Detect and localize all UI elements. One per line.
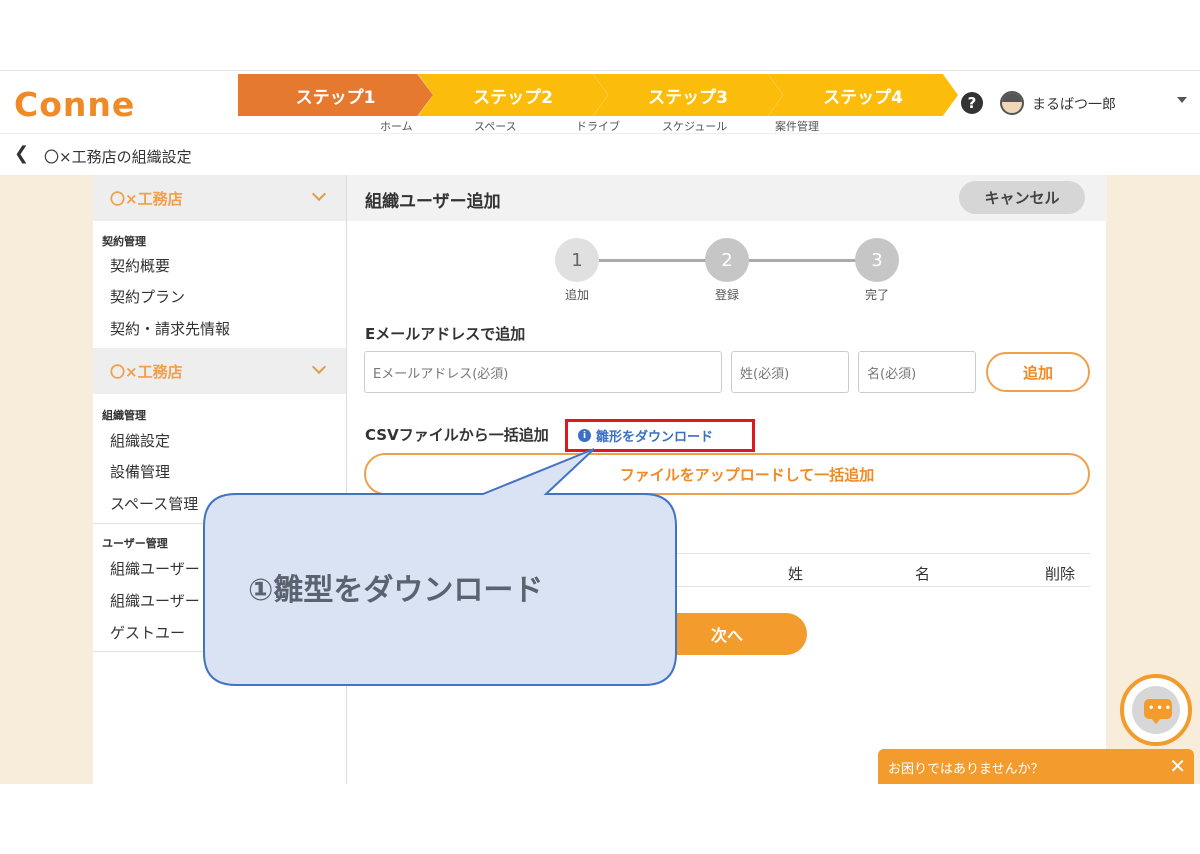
chat-dots-icon: ••• [1148, 703, 1174, 714]
add-button[interactable]: 追加 [986, 352, 1090, 392]
sidebar-org-header-2[interactable]: 〇×工務店 [93, 348, 346, 394]
main-title: 組織ユーザー追加 [365, 192, 501, 212]
template-download-label: 雛形をダウンロード [596, 430, 714, 445]
sidebar-org-header-1[interactable]: 〇×工務店 [93, 175, 346, 221]
progress-label-2: 登録 [714, 288, 739, 302]
help-bar[interactable]: お困りではありませんか？ ✕ [878, 749, 1194, 784]
callout-text: ①雛型をダウンロード [248, 573, 544, 608]
step-1[interactable]: ステップ1 [238, 74, 433, 116]
csv-section-label: CSVファイルから一括追加 [365, 426, 549, 444]
sidebar-category-contract: 契約管理 [102, 235, 146, 248]
progress-step-2: 2 [705, 238, 749, 282]
sidebar-item-guest-users[interactable]: ゲストユー [110, 622, 185, 643]
user-avatar[interactable] [1000, 91, 1024, 115]
page-title: 〇×工務店の組織設定 [44, 148, 192, 166]
app-header: Conne ステップ1 ステップ2 ステップ3 ステップ4 ホーム スペース ド… [0, 71, 1200, 133]
chevron-down-icon[interactable] [1177, 97, 1187, 103]
sidebar-category-users: ユーザー管理 [102, 537, 168, 550]
last-name-input[interactable]: 姓(必須) [731, 351, 849, 393]
conne-logo[interactable]: Conne [14, 85, 135, 124]
user-name[interactable]: まるばつ一郎 [1032, 94, 1116, 114]
sidebar-category-org: 組織管理 [102, 409, 146, 422]
breadcrumb: ❮ 〇×工務店の組織設定 [0, 133, 1200, 175]
nav-home[interactable]: ホーム [380, 118, 413, 134]
sidebar-item-billing-info[interactable]: 契約・請求先情報 [110, 318, 230, 339]
sidebar-item-space-management[interactable]: スペース管理 [110, 493, 198, 514]
step-3[interactable]: ステップ3 [593, 74, 783, 116]
cancel-button[interactable]: キャンセル [959, 181, 1085, 214]
column-header-delete: 削除 [1045, 565, 1076, 583]
step-4[interactable]: ステップ4 [768, 74, 958, 116]
chevron-down-icon [311, 359, 327, 375]
column-header-first-name: 名 [915, 565, 931, 583]
email-input[interactable]: Eメールアドレス(必須) [364, 351, 722, 393]
sidebar-item-contract-overview[interactable]: 契約概要 [110, 255, 170, 276]
main-header: 組織ユーザー追加 キャンセル [347, 175, 1107, 221]
email-section-label: Eメールアドレスで追加 [365, 325, 526, 343]
chevron-down-icon [311, 186, 327, 202]
help-bar-text: お困りではありませんか？ [888, 762, 1044, 777]
nav-drive[interactable]: ドライブ [576, 118, 620, 134]
info-icon: i [578, 429, 591, 442]
progress-label-1: 追加 [564, 288, 589, 302]
progress-step-3: 3 [855, 238, 899, 282]
progress-step-1: 1 [555, 238, 599, 282]
sidebar-item-equipment[interactable]: 設備管理 [110, 461, 170, 482]
close-icon[interactable]: ✕ [1169, 754, 1186, 778]
sidebar-item-org-settings[interactable]: 組織設定 [110, 430, 170, 451]
sidebar-item-org-users[interactable]: 組織ユーザー [110, 558, 200, 579]
nav-schedule[interactable]: スケジュール [662, 118, 727, 134]
step-progress-bar: ステップ1 ステップ2 ステップ3 ステップ4 [238, 74, 978, 116]
page-root: Conne ステップ1 ステップ2 ステップ3 ステップ4 ホーム スペース ド… [0, 0, 1200, 854]
column-header-last-name: 姓 [788, 565, 804, 583]
sidebar-item-contract-plan[interactable]: 契約プラン [110, 286, 185, 307]
first-name-input[interactable]: 名(必須) [858, 351, 976, 393]
chat-icon: ••• [1132, 686, 1180, 734]
step-2[interactable]: ステップ2 [418, 74, 608, 116]
help-icon[interactable]: ? [961, 92, 983, 114]
progress-label-3: 完了 [864, 288, 889, 302]
chat-button[interactable]: ••• [1120, 674, 1192, 746]
back-icon[interactable]: ❮ [14, 143, 29, 164]
nav-projects[interactable]: 案件管理 [775, 118, 819, 134]
nav-space[interactable]: スペース [474, 118, 517, 134]
sidebar-item-org-users-add[interactable]: 組織ユーザー [110, 590, 200, 611]
